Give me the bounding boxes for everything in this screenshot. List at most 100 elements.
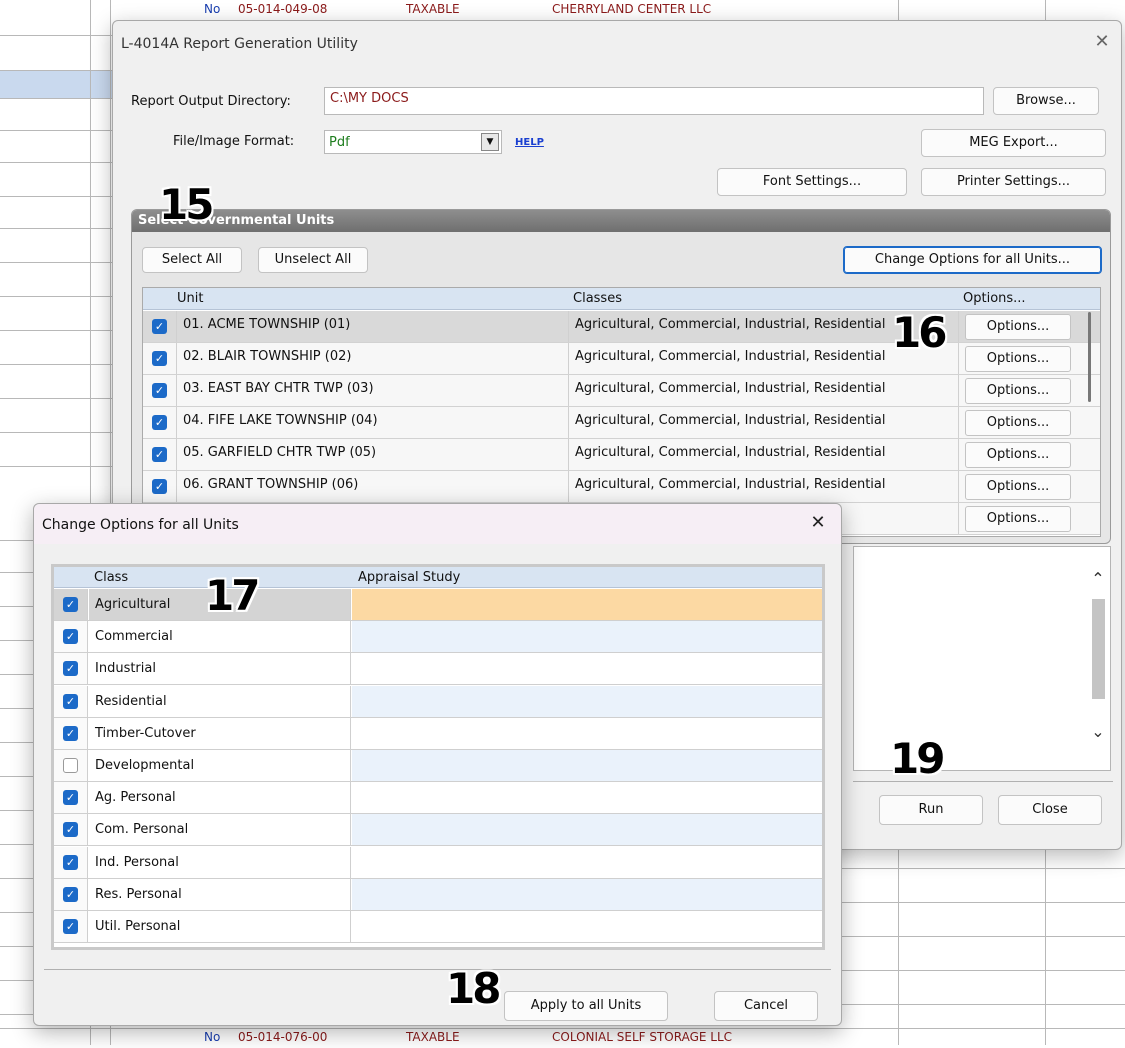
units-scrollbar[interactable] bbox=[1088, 312, 1091, 402]
select-all-button[interactable]: Select All bbox=[142, 247, 242, 273]
unit-options-button[interactable]: Options... bbox=[965, 410, 1071, 436]
font-settings-button[interactable]: Font Settings... bbox=[717, 168, 907, 196]
appraisal-study-cell[interactable] bbox=[352, 782, 822, 813]
class-row[interactable]: ✓ Com. Personal bbox=[54, 814, 822, 847]
appraisal-study-cell[interactable] bbox=[352, 911, 822, 942]
file-format-select[interactable]: Pdf ▼ bbox=[324, 130, 502, 154]
appraisal-study-cell[interactable] bbox=[352, 621, 822, 653]
class-checkbox[interactable]: ✓ bbox=[63, 854, 78, 870]
unit-options-button[interactable]: Options... bbox=[965, 506, 1071, 532]
appraisal-study-cell[interactable] bbox=[352, 814, 822, 846]
unit-name: 04. FIFE LAKE TOWNSHIP (04) bbox=[177, 407, 569, 438]
unit-row-selector[interactable]: ✓ bbox=[143, 439, 177, 470]
unit-checkbox[interactable]: ✓ bbox=[152, 447, 167, 462]
column-classes: Classes bbox=[573, 291, 622, 306]
column-unit: Unit bbox=[177, 291, 204, 306]
class-row-selector[interactable]: ✓ bbox=[54, 653, 88, 685]
unit-row[interactable]: ✓ 02. BLAIR TOWNSHIP (02) Agricultural, Co… bbox=[143, 343, 1100, 375]
class-checkbox[interactable]: ✓ bbox=[63, 919, 78, 934]
unit-row-selector[interactable]: ✓ bbox=[143, 375, 177, 406]
appraisal-study-cell[interactable] bbox=[352, 653, 822, 684]
appraisal-study-cell[interactable] bbox=[352, 685, 822, 717]
unit-row[interactable]: ✓ 05. GARFIELD CHTR TWP (05) Agricultural,… bbox=[143, 439, 1100, 471]
details-scrollbar-thumb[interactable] bbox=[1092, 599, 1105, 699]
class-row[interactable]: ✓ Residential bbox=[54, 685, 822, 718]
class-row-selector[interactable]: ✓ bbox=[54, 878, 88, 910]
appraisal-study-cell[interactable] bbox=[352, 847, 822, 878]
appraisal-study-cell[interactable] bbox=[352, 589, 822, 620]
class-checkbox[interactable]: ✓ bbox=[63, 693, 78, 709]
class-row-selector[interactable]: ✓ bbox=[54, 717, 88, 749]
chevron-down-icon[interactable]: ▼ bbox=[481, 133, 499, 151]
class-row-selector[interactable]: ✓ bbox=[54, 911, 88, 942]
unit-row[interactable]: ✓ 03. EAST BAY CHTR TWP (03) Agricultural,… bbox=[143, 375, 1100, 407]
printer-settings-button[interactable]: Printer Settings... bbox=[921, 168, 1106, 196]
class-row[interactable]: ✓ Commercial bbox=[54, 621, 822, 654]
class-checkbox[interactable] bbox=[63, 758, 78, 773]
class-grid: Class Appraisal Study ✓ Agricultural ✓ Comm… bbox=[51, 564, 825, 950]
help-link[interactable]: HELP bbox=[515, 137, 544, 148]
change-options-all-units-button[interactable]: Change Options for all Units... bbox=[843, 246, 1102, 274]
unit-row[interactable]: ✓ 01. ACME TOWNSHIP (01) Agricultural, Com… bbox=[143, 311, 1100, 343]
run-button[interactable]: Run bbox=[879, 795, 983, 825]
unit-row-selector[interactable]: ✓ bbox=[143, 407, 177, 438]
unit-row[interactable]: ✓ 04. FIFE LAKE TOWNSHIP (04) Agricultural… bbox=[143, 407, 1100, 439]
browse-button[interactable]: Browse... bbox=[993, 87, 1099, 115]
appraisal-study-cell[interactable] bbox=[352, 878, 822, 910]
unselect-all-button[interactable]: Unselect All bbox=[258, 247, 368, 273]
class-row-selector[interactable] bbox=[54, 750, 88, 781]
unit-options-button[interactable]: Options... bbox=[965, 346, 1071, 372]
class-row-selector[interactable]: ✓ bbox=[54, 621, 88, 653]
unit-checkbox[interactable]: ✓ bbox=[152, 351, 167, 366]
apply-to-all-units-button[interactable]: Apply to all Units bbox=[504, 991, 668, 1021]
appraisal-study-cell[interactable] bbox=[352, 718, 822, 749]
chevron-down-icon[interactable]: ⌄ bbox=[1088, 722, 1108, 741]
class-row[interactable]: ✓ Util. Personal bbox=[54, 911, 822, 943]
class-row[interactable]: ✓ Ag. Personal bbox=[54, 782, 822, 815]
class-row-selector[interactable]: ✓ bbox=[54, 846, 88, 878]
unit-checkbox[interactable]: ✓ bbox=[152, 319, 167, 334]
class-row-selector[interactable]: ✓ bbox=[54, 589, 88, 620]
appraisal-study-cell[interactable] bbox=[352, 750, 822, 781]
class-checkbox[interactable]: ✓ bbox=[63, 629, 78, 645]
class-checkbox[interactable]: ✓ bbox=[63, 822, 78, 838]
class-row[interactable]: ✓ Industrial bbox=[54, 653, 822, 686]
unit-checkbox[interactable]: ✓ bbox=[152, 383, 167, 398]
close-icon[interactable]: ✕ bbox=[1089, 29, 1115, 55]
unit-row-selector[interactable]: ✓ bbox=[143, 471, 177, 502]
unit-row-selector[interactable]: ✓ bbox=[143, 311, 177, 342]
callout-16: 16 bbox=[892, 308, 947, 357]
class-row[interactable]: ✓ Timber-Cutover bbox=[54, 717, 822, 750]
output-directory-field[interactable]: C:\MY DOCS bbox=[324, 87, 984, 115]
class-row[interactable]: ✓ Res. Personal bbox=[54, 878, 822, 911]
unit-options-button[interactable]: Options... bbox=[965, 314, 1071, 340]
close-icon[interactable]: ✕ bbox=[805, 510, 831, 536]
class-checkbox[interactable]: ✓ bbox=[63, 725, 78, 741]
unit-options-button[interactable]: Options... bbox=[965, 474, 1071, 500]
class-checkbox[interactable]: ✓ bbox=[63, 790, 78, 806]
unit-name: 05. GARFIELD CHTR TWP (05) bbox=[177, 439, 569, 470]
meg-export-button[interactable]: MEG Export... bbox=[921, 129, 1106, 157]
class-checkbox[interactable]: ✓ bbox=[63, 597, 78, 612]
unit-options-button[interactable]: Options... bbox=[965, 378, 1071, 404]
class-row[interactable]: ✓ Agricultural bbox=[54, 589, 822, 621]
class-checkbox[interactable]: ✓ bbox=[63, 886, 78, 902]
close-button[interactable]: Close bbox=[998, 795, 1102, 825]
class-row-selector[interactable]: ✓ bbox=[54, 685, 88, 717]
unit-name: 03. EAST BAY CHTR TWP (03) bbox=[177, 375, 569, 406]
unit-checkbox[interactable]: ✓ bbox=[152, 479, 167, 494]
class-row-selector[interactable]: ✓ bbox=[54, 782, 88, 814]
dialog-titlebar: L-4014A Report Generation Utility ✕ bbox=[113, 21, 1121, 67]
class-row-selector[interactable]: ✓ bbox=[54, 814, 88, 846]
unit-row[interactable]: ✓ 06. GRANT TOWNSHIP (06) Agricultural, Co… bbox=[143, 471, 1100, 503]
unit-row-selector[interactable]: ✓ bbox=[143, 343, 177, 374]
unit-checkbox[interactable]: ✓ bbox=[152, 415, 167, 430]
unit-options-button[interactable]: Options... bbox=[965, 442, 1071, 468]
chevron-up-icon[interactable]: ⌃ bbox=[1088, 569, 1108, 588]
class-grid-header: Class Appraisal Study bbox=[54, 567, 822, 588]
cancel-button[interactable]: Cancel bbox=[714, 991, 818, 1021]
class-checkbox[interactable]: ✓ bbox=[63, 661, 78, 677]
class-row[interactable]: Developmental bbox=[54, 750, 822, 782]
class-row[interactable]: ✓ Ind. Personal bbox=[54, 846, 822, 879]
output-directory-label: Report Output Directory: bbox=[131, 94, 291, 109]
